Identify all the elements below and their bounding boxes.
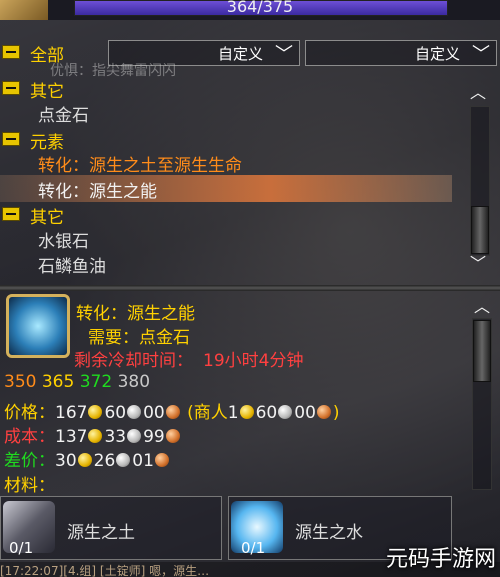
silver-coin-icon xyxy=(278,405,293,419)
scroll-down-icon[interactable]: ﹀ xyxy=(466,253,490,275)
gold-coin-icon xyxy=(88,429,103,443)
copper-coin-icon xyxy=(154,453,169,467)
copper-coin-icon xyxy=(165,429,180,443)
profit-copper: 01 xyxy=(132,451,154,471)
recipe-item-primal-might[interactable]: 转化：源生之能 xyxy=(38,177,157,202)
collapse-icon[interactable] xyxy=(2,207,20,221)
price-silver: 60 xyxy=(104,403,127,423)
cooldown-value: 19小时4分钟 xyxy=(203,351,304,371)
gold-coin-icon xyxy=(77,453,92,467)
watermark: 元码手游网 xyxy=(385,547,496,572)
profit-line: 差价：30 26 01 xyxy=(4,446,171,471)
silver-coin-icon xyxy=(116,453,131,467)
material-2-count: 0/1 xyxy=(241,539,266,557)
materials-label: 材料： xyxy=(4,476,55,496)
material-2-name: 源生之水 xyxy=(295,523,363,543)
filter-dropdown-2[interactable]: 自定义 ﹀ xyxy=(305,40,497,66)
collapse-icon[interactable] xyxy=(2,45,20,59)
filter-dropdown-2-label: 自定义 xyxy=(414,45,460,63)
detail-scrollbar-thumb[interactable] xyxy=(473,320,491,382)
list-scrollbar-thumb[interactable] xyxy=(471,206,489,254)
profit-silver: 26 xyxy=(93,451,116,471)
category-label: 其它 xyxy=(30,82,64,102)
scroll-up-icon[interactable]: ︿ xyxy=(466,82,490,104)
skill-level-orange: 350 xyxy=(4,372,37,392)
profit-gold: 30 xyxy=(55,451,77,471)
profit-label: 差价： xyxy=(4,451,55,471)
material-1-count: 0/1 xyxy=(9,539,34,557)
vendor-gold: 1 xyxy=(227,403,239,423)
price-label: 价格： xyxy=(4,403,55,423)
category-label: 元素 xyxy=(30,133,64,153)
vendor-copper: 00 xyxy=(294,403,316,423)
cost-label: 成本： xyxy=(4,427,55,447)
recipe-item-stonescale-oil[interactable]: 石鳞鱼油 xyxy=(38,252,106,277)
price-gold: 167 xyxy=(55,403,88,423)
category-all[interactable]: 全部 xyxy=(0,40,100,66)
player-portrait[interactable] xyxy=(0,0,48,20)
cost-line: 成本：137 33 99 xyxy=(4,422,182,447)
top-bar: 364/375 xyxy=(0,0,500,20)
recipe-name: 转化：源生之能 xyxy=(76,304,195,324)
cost-silver: 33 xyxy=(104,427,127,447)
collapse-icon[interactable] xyxy=(2,132,20,146)
copper-coin-icon xyxy=(316,405,331,419)
gold-coin-icon xyxy=(88,405,103,419)
category-other-2[interactable]: 其它 xyxy=(0,202,100,228)
cost-copper: 99 xyxy=(143,427,165,447)
xp-text: 364/375 xyxy=(226,0,294,16)
cost-gold: 137 xyxy=(55,427,88,447)
copper-coin-icon xyxy=(165,405,180,419)
material-slot-1[interactable]: 0/1 源生之土 xyxy=(0,496,222,560)
cooldown-label: 剩余冷却时间： xyxy=(74,351,193,371)
recipe-item-earth-to-life[interactable]: 转化：源生之土至源生生命 xyxy=(38,151,242,176)
collapse-icon[interactable] xyxy=(2,81,20,95)
vendor-label: (商人 xyxy=(187,403,228,423)
price-line: 价格：167 60 00 (商人1 60 00) xyxy=(4,403,340,423)
silver-coin-icon xyxy=(127,429,142,443)
category-elements[interactable]: 元素 xyxy=(0,127,100,153)
recipe-item-quicksilver[interactable]: 水银石 xyxy=(38,227,89,252)
material-1-name: 源生之土 xyxy=(67,523,135,543)
skill-level-green: 372 xyxy=(79,372,113,392)
vendor-silver: 60 xyxy=(255,403,278,423)
gold-coin-icon xyxy=(239,405,254,419)
category-label: 其它 xyxy=(30,208,64,228)
skill-level-yellow: 365 xyxy=(41,372,75,392)
silver-coin-icon xyxy=(127,405,142,419)
chevron-down-icon: ﹀ xyxy=(472,44,490,65)
skill-levels: 350 365 372 380 xyxy=(4,372,150,392)
cooldown-line: 剩余冷却时间： 19小时4分钟 xyxy=(74,346,303,371)
filter-dropdown-1-label: 自定义 xyxy=(217,45,263,63)
scroll-up-icon[interactable]: ︿ xyxy=(470,296,494,318)
recipe-requires: 需要：点金石 xyxy=(88,328,190,348)
category-other[interactable]: 其它 xyxy=(0,76,100,102)
price-copper: 00 xyxy=(143,403,165,423)
arcane-energy-icon[interactable] xyxy=(6,294,70,358)
chevron-down-icon: ﹀ xyxy=(275,44,293,65)
recipe-item-philosopher-stone[interactable]: 点金石 xyxy=(38,101,89,126)
category-label: 全部 xyxy=(30,46,64,66)
skill-level-gray: 380 xyxy=(117,372,151,392)
